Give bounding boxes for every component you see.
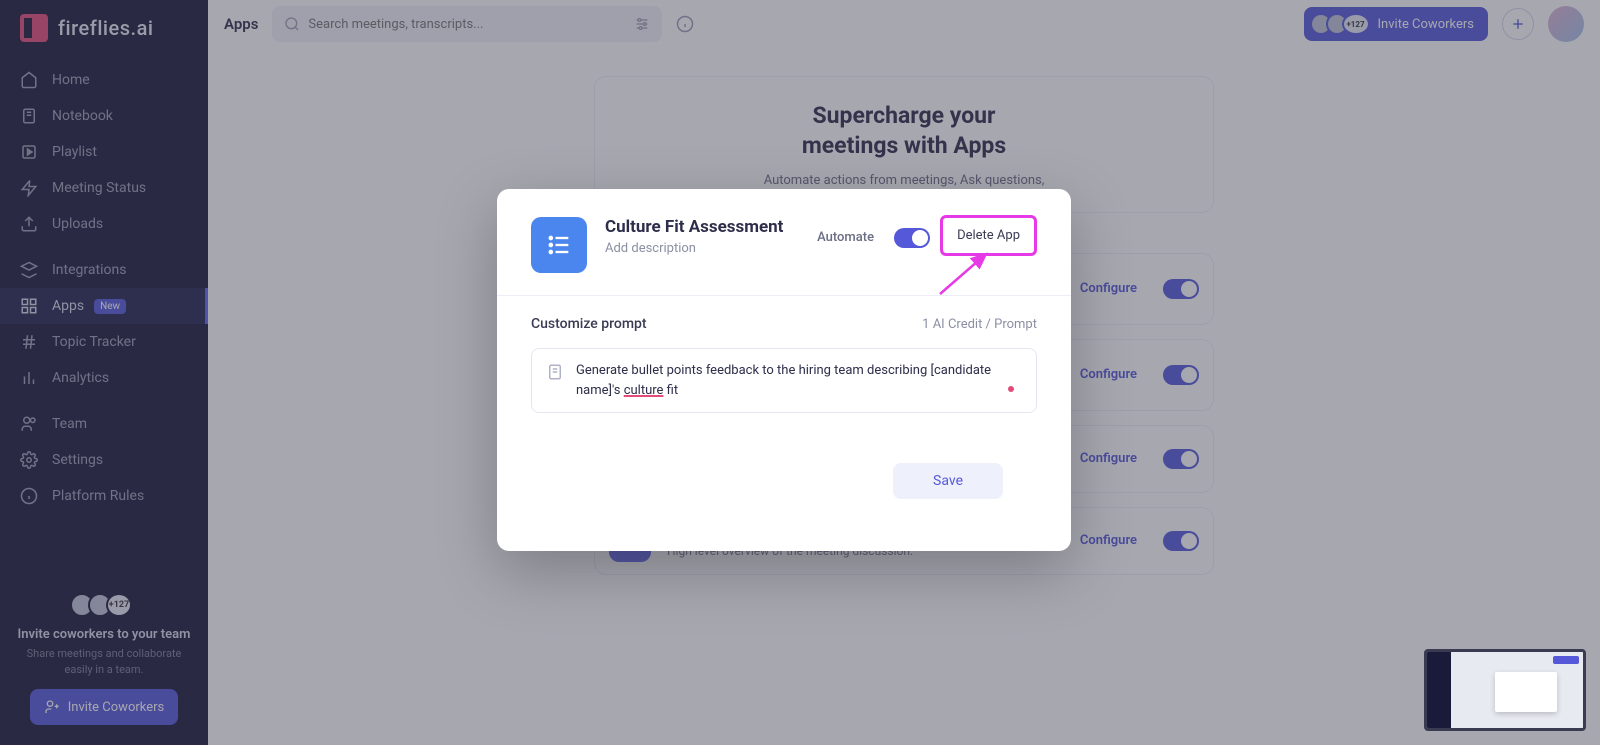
modal: Culture Fit Assessment Add description A… bbox=[497, 189, 1071, 551]
document-icon bbox=[546, 363, 564, 381]
credit-text: 1 AI Credit / Prompt bbox=[922, 317, 1037, 332]
automate-toggle[interactable] bbox=[894, 228, 930, 248]
modal-title: Culture Fit Assessment bbox=[605, 217, 783, 237]
automate-label: Automate bbox=[817, 230, 874, 245]
delete-app-button[interactable]: Delete App bbox=[940, 215, 1037, 256]
preview-thumbnail[interactable] bbox=[1424, 649, 1586, 731]
list-icon bbox=[531, 217, 587, 273]
prompt-text: Generate bullet points feedback to the h… bbox=[576, 361, 1022, 400]
modal-subtitle[interactable]: Add description bbox=[605, 241, 783, 256]
prompt-input[interactable]: Generate bullet points feedback to the h… bbox=[531, 348, 1037, 413]
save-button[interactable]: Save bbox=[893, 463, 1003, 499]
customize-prompt-label: Customize prompt bbox=[531, 316, 647, 332]
change-indicator-icon bbox=[1008, 386, 1014, 392]
